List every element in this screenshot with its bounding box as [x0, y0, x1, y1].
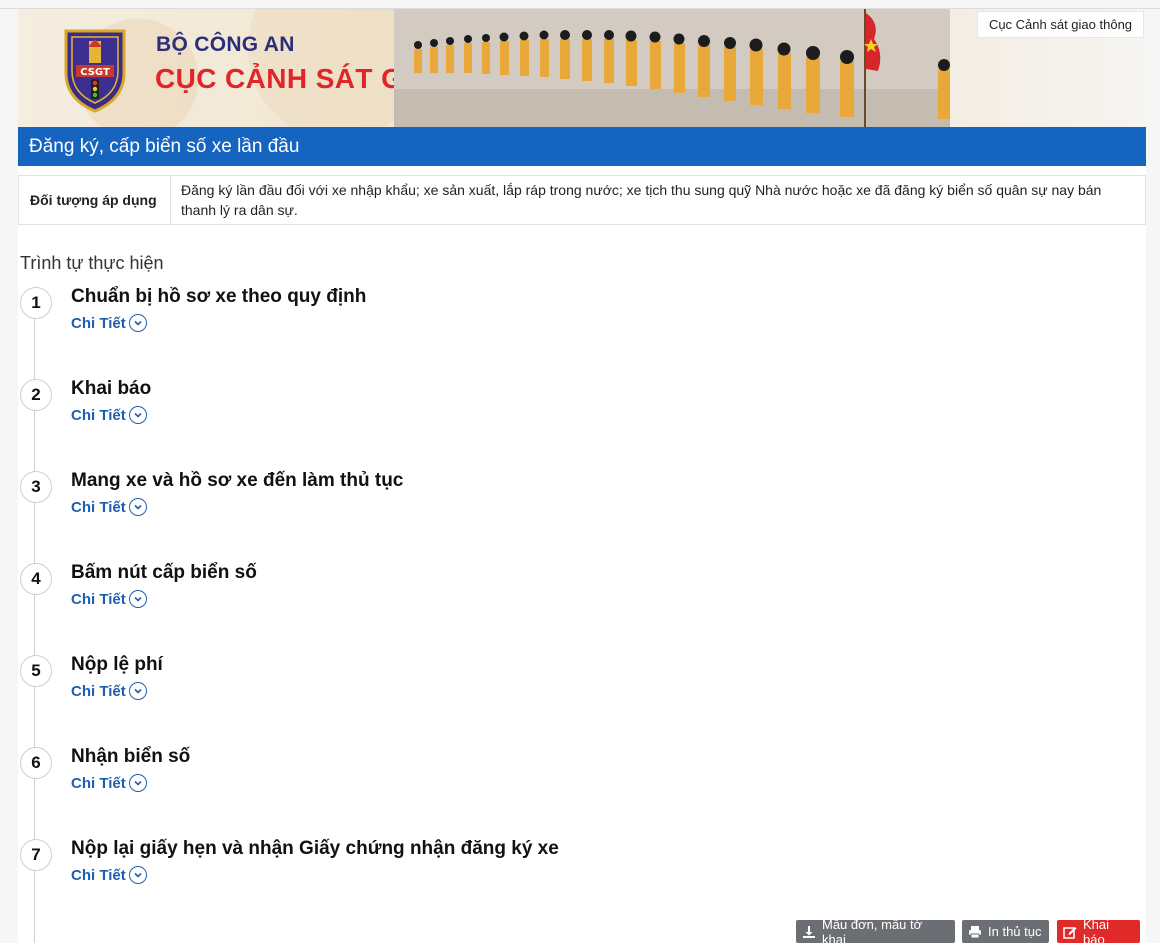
step-item: 7 Nộp lại giấy hẹn và nhận Giấy chứng nhậ… [20, 838, 920, 898]
download-forms-label: Mẫu đơn, mẫu tờ khai [822, 916, 923, 943]
print-procedure-label: In thủ tục [988, 924, 1042, 939]
applicable-label: Đối tượng áp dụng [19, 176, 171, 224]
ministry-name: BỘ CÔNG AN [156, 33, 295, 56]
step-detail-label: Chi Tiết [71, 866, 126, 884]
step-detail-toggle[interactable]: Chi Tiết [71, 498, 147, 516]
step-detail-toggle[interactable]: Chi Tiết [71, 866, 147, 884]
step-detail-label: Chi Tiết [71, 774, 126, 792]
procedure-title: Đăng ký, cấp biển số xe lần đầu [18, 127, 1146, 166]
step-number: 5 [20, 655, 52, 687]
step-number: 3 [20, 471, 52, 503]
step-item: 2 Khai báo Chi Tiết [20, 378, 920, 438]
procedure-page: CSGT BỘ CÔNG AN CỤC CẢNH SÁT GIAO THÔNG [18, 9, 1146, 943]
site-header: CSGT BỘ CÔNG AN CỤC CẢNH SÁT GIAO THÔNG [18, 9, 1146, 127]
step-number: 1 [20, 287, 52, 319]
step-title: Nộp lệ phí [71, 654, 163, 675]
step-title: Nộp lại giấy hẹn và nhận Giấy chứng nhận… [71, 838, 559, 859]
step-number: 6 [20, 747, 52, 779]
chevron-down-icon [128, 498, 147, 516]
step-detail-label: Chi Tiết [71, 682, 126, 700]
step-item: 1 Chuẩn bị hồ sơ xe theo quy định Chi Tiết [20, 286, 920, 346]
step-detail-toggle[interactable]: Chi Tiết [71, 314, 147, 332]
step-number: 2 [20, 379, 52, 411]
step-detail-toggle[interactable]: Chi Tiết [71, 406, 147, 424]
step-item: 4 Bấm nút cấp biển số Chi Tiết [20, 562, 920, 622]
step-detail-toggle[interactable]: Chi Tiết [71, 682, 147, 700]
step-detail-label: Chi Tiết [71, 406, 126, 424]
chevron-down-icon [128, 774, 147, 792]
print-procedure-button[interactable]: In thủ tục [962, 920, 1049, 943]
agency-chip[interactable]: Cục Cảnh sát giao thông [977, 11, 1144, 38]
csgt-logo: CSGT [64, 29, 126, 113]
chevron-down-icon [128, 866, 147, 884]
chevron-down-icon [128, 590, 147, 608]
step-detail-label: Chi Tiết [71, 590, 126, 608]
applicable-value: Đăng ký lần đầu đối với xe nhập khẩu; xe… [181, 182, 1102, 218]
parade-banner-image [394, 9, 950, 127]
step-title: Mang xe và hồ sơ xe đến làm thủ tục [71, 470, 404, 491]
chevron-down-icon [128, 682, 147, 700]
step-detail-label: Chi Tiết [71, 314, 126, 332]
chevron-down-icon [128, 406, 147, 424]
download-forms-button[interactable]: Mẫu đơn, mẫu tờ khai [796, 916, 955, 943]
step-title: Chuẩn bị hồ sơ xe theo quy định [71, 286, 367, 307]
step-detail-toggle[interactable]: Chi Tiết [71, 774, 147, 792]
edit-icon [1063, 925, 1077, 939]
download-icon [802, 925, 816, 939]
step-number: 4 [20, 563, 52, 595]
step-item: 5 Nộp lệ phí Chi Tiết [20, 654, 920, 714]
step-title: Nhận biển số [71, 746, 191, 767]
step-detail-toggle[interactable]: Chi Tiết [71, 590, 147, 608]
step-detail-label: Chi Tiết [71, 498, 126, 516]
declare-label: Khai báo [1083, 916, 1110, 943]
svg-text:CSGT: CSGT [80, 67, 110, 78]
chevron-down-icon [128, 314, 147, 332]
step-number: 7 [20, 839, 52, 871]
step-item: 3 Mang xe và hồ sơ xe đến làm thủ tục Chi … [20, 470, 920, 530]
declare-button[interactable]: Khai báo [1057, 916, 1140, 943]
steps-section-title: Trình tự thực hiện [20, 253, 164, 273]
step-title: Bấm nút cấp biển số [71, 562, 257, 583]
step-title: Khai báo [71, 378, 152, 399]
step-item: 6 Nhận biển số Chi Tiết [20, 746, 920, 806]
print-icon [968, 925, 982, 939]
applicable-row: Đối tượng áp dụng Đăng ký lần đầu đối vớ… [18, 175, 1146, 225]
